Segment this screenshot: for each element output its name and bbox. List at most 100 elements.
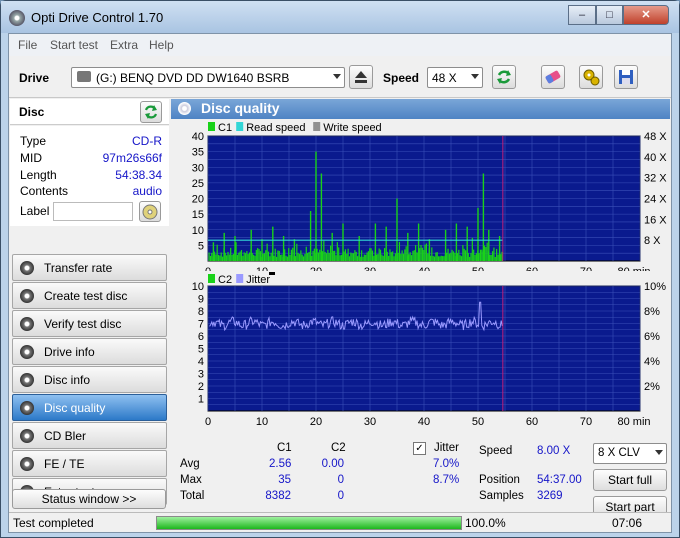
y-tick-label: 10 (192, 225, 204, 237)
chevron-down-icon (471, 74, 479, 79)
maximize-button[interactable]: □ (596, 5, 623, 25)
col-c2-header: C2 (331, 442, 346, 454)
nav-label: Transfer rate (44, 261, 113, 275)
title-bar[interactable]: Opti Drive Control 1.70 – □ ✕ (1, 1, 679, 33)
y-tick-label: 15 (192, 209, 204, 221)
position-value: 54:37.00 (537, 474, 582, 486)
y2-tick-label: 40 X (644, 152, 667, 164)
x-tick-label: 70 (580, 416, 592, 428)
nav-drive-info[interactable]: Drive info (12, 338, 167, 365)
nav-fe-te[interactable]: FE / TE (12, 450, 167, 477)
speed-select-value: 48 X (432, 71, 457, 85)
legend-label: C1 (218, 122, 232, 134)
disc-label-button[interactable] (139, 201, 161, 222)
progress-fill (157, 517, 461, 529)
app-window: Opti Drive Control 1.70 – □ ✕ File Start… (0, 0, 680, 538)
save-button[interactable] (614, 65, 638, 89)
x-tick-label: 50 (472, 416, 484, 428)
nav-cd-bler[interactable]: CD Bler (12, 422, 167, 449)
disc-length-key: Length (20, 168, 57, 182)
disc-refresh-button[interactable] (140, 101, 162, 123)
nav-disc-info[interactable]: Disc info (12, 366, 167, 393)
disc-mid-key: MID (20, 151, 42, 165)
legend-swatch (236, 122, 244, 131)
jitter-header: Jitter (434, 442, 459, 454)
menu-extra[interactable]: Extra (110, 38, 138, 52)
window-title: Opti Drive Control 1.70 (31, 10, 164, 25)
x-tick-label: 0 (205, 416, 211, 428)
nav-label: Disc quality (44, 401, 106, 415)
avg-jitter: 7.0% (433, 458, 460, 470)
left-panel: Disc Type CD-R MID 97m26s66f Length 54:38.3… (10, 99, 169, 511)
disc-panel-header: Disc (10, 99, 169, 125)
disc-length-row: Length 54:38.34 (20, 168, 162, 184)
drive-icon (77, 71, 91, 82)
menu-help[interactable]: Help (149, 38, 174, 52)
y2-tick-label: 16 X (644, 214, 667, 226)
disc-icon (20, 429, 34, 443)
erase-button[interactable] (541, 65, 565, 89)
y-tick-label: 9 (198, 294, 204, 306)
disc-type-key: Type (20, 134, 47, 148)
disc-panel-title: Disc (19, 105, 45, 119)
start-full-button[interactable]: Start full (593, 469, 667, 491)
y-tick-label: 1 (198, 394, 204, 406)
nav-transfer-rate[interactable]: Transfer rate (12, 254, 167, 281)
legend-swatch (236, 274, 244, 283)
disc-icon (20, 401, 34, 415)
max-c1: 35 (278, 474, 291, 486)
mode-select-value: 8 X CLV (598, 447, 640, 459)
settings-button[interactable] (579, 65, 603, 89)
nav-disc-quality[interactable]: Disc quality (12, 394, 167, 421)
disc-icon (20, 457, 34, 471)
refresh-button[interactable] (492, 65, 516, 89)
y-tick-label: 6 (198, 331, 204, 343)
close-button[interactable]: ✕ (623, 5, 669, 25)
y-tick-label: 4 (198, 356, 204, 368)
nav-label: FE / TE (44, 457, 85, 471)
floppy-icon (619, 70, 633, 84)
position-label: Position (479, 474, 520, 486)
y2-tick-label: 8 X (644, 235, 661, 247)
menu-start-test[interactable]: Start test (50, 38, 98, 52)
y-tick-label: 10 (192, 281, 204, 293)
disc-icon (142, 204, 158, 220)
mode-select[interactable]: 8 X CLV (593, 443, 667, 464)
legend-label: Jitter (246, 274, 270, 286)
status-time: 07:06 (612, 516, 643, 530)
nav-create-test-disc[interactable]: Create test disc (12, 282, 167, 309)
avg-c1: 2.56 (269, 458, 292, 470)
status-window-button[interactable]: Status window >> (12, 489, 166, 509)
y-tick-label: 5 (198, 240, 204, 252)
disc-type-value: CD-R (132, 134, 162, 148)
x-tick-label: 60 (526, 416, 538, 428)
y-tick-label: 7 (198, 319, 204, 331)
minimize-button[interactable]: – (568, 5, 596, 25)
nav-label: CD Bler (44, 429, 87, 443)
y2-tick-label: 2% (644, 381, 660, 393)
status-bar: Test completed 100.0% 07:06 (9, 512, 671, 532)
y2-tick-label: 10% (644, 281, 666, 293)
eject-button[interactable] (349, 65, 373, 89)
avg-c2: 0.00 (321, 458, 344, 470)
disc-icon (20, 289, 34, 303)
jitter-checkbox[interactable]: ✓ (413, 442, 426, 455)
legend-swatch (313, 122, 321, 131)
disc-label-input[interactable] (53, 202, 133, 221)
chevron-down-icon (333, 74, 341, 79)
max-label: Max (180, 474, 202, 486)
nav-label: Verify test disc (44, 317, 122, 331)
app-icon (9, 10, 25, 26)
menu-bar: File Start test Extra Help (9, 34, 671, 56)
c2-jitter-chart: 0 10 20 30 40 50 60 70 80 min123456789102%4%6%8%… (192, 272, 666, 428)
max-jitter: 8.7% (433, 474, 460, 486)
disc-label-row: Label (20, 201, 162, 222)
drive-select[interactable]: (G:) BENQ DVD DD DW1640 BSRB (71, 67, 345, 88)
nav-verify-test-disc[interactable]: Verify test disc (12, 310, 167, 337)
c1-chart: 01020304050607080 min5101520253035408 X1… (192, 122, 667, 271)
speed-select[interactable]: 48 X (427, 67, 483, 88)
refresh-icon (497, 70, 511, 84)
speed-label: Speed (383, 71, 420, 85)
menu-file[interactable]: File (18, 38, 37, 52)
disc-mid-value: 97m26s66f (102, 151, 162, 165)
